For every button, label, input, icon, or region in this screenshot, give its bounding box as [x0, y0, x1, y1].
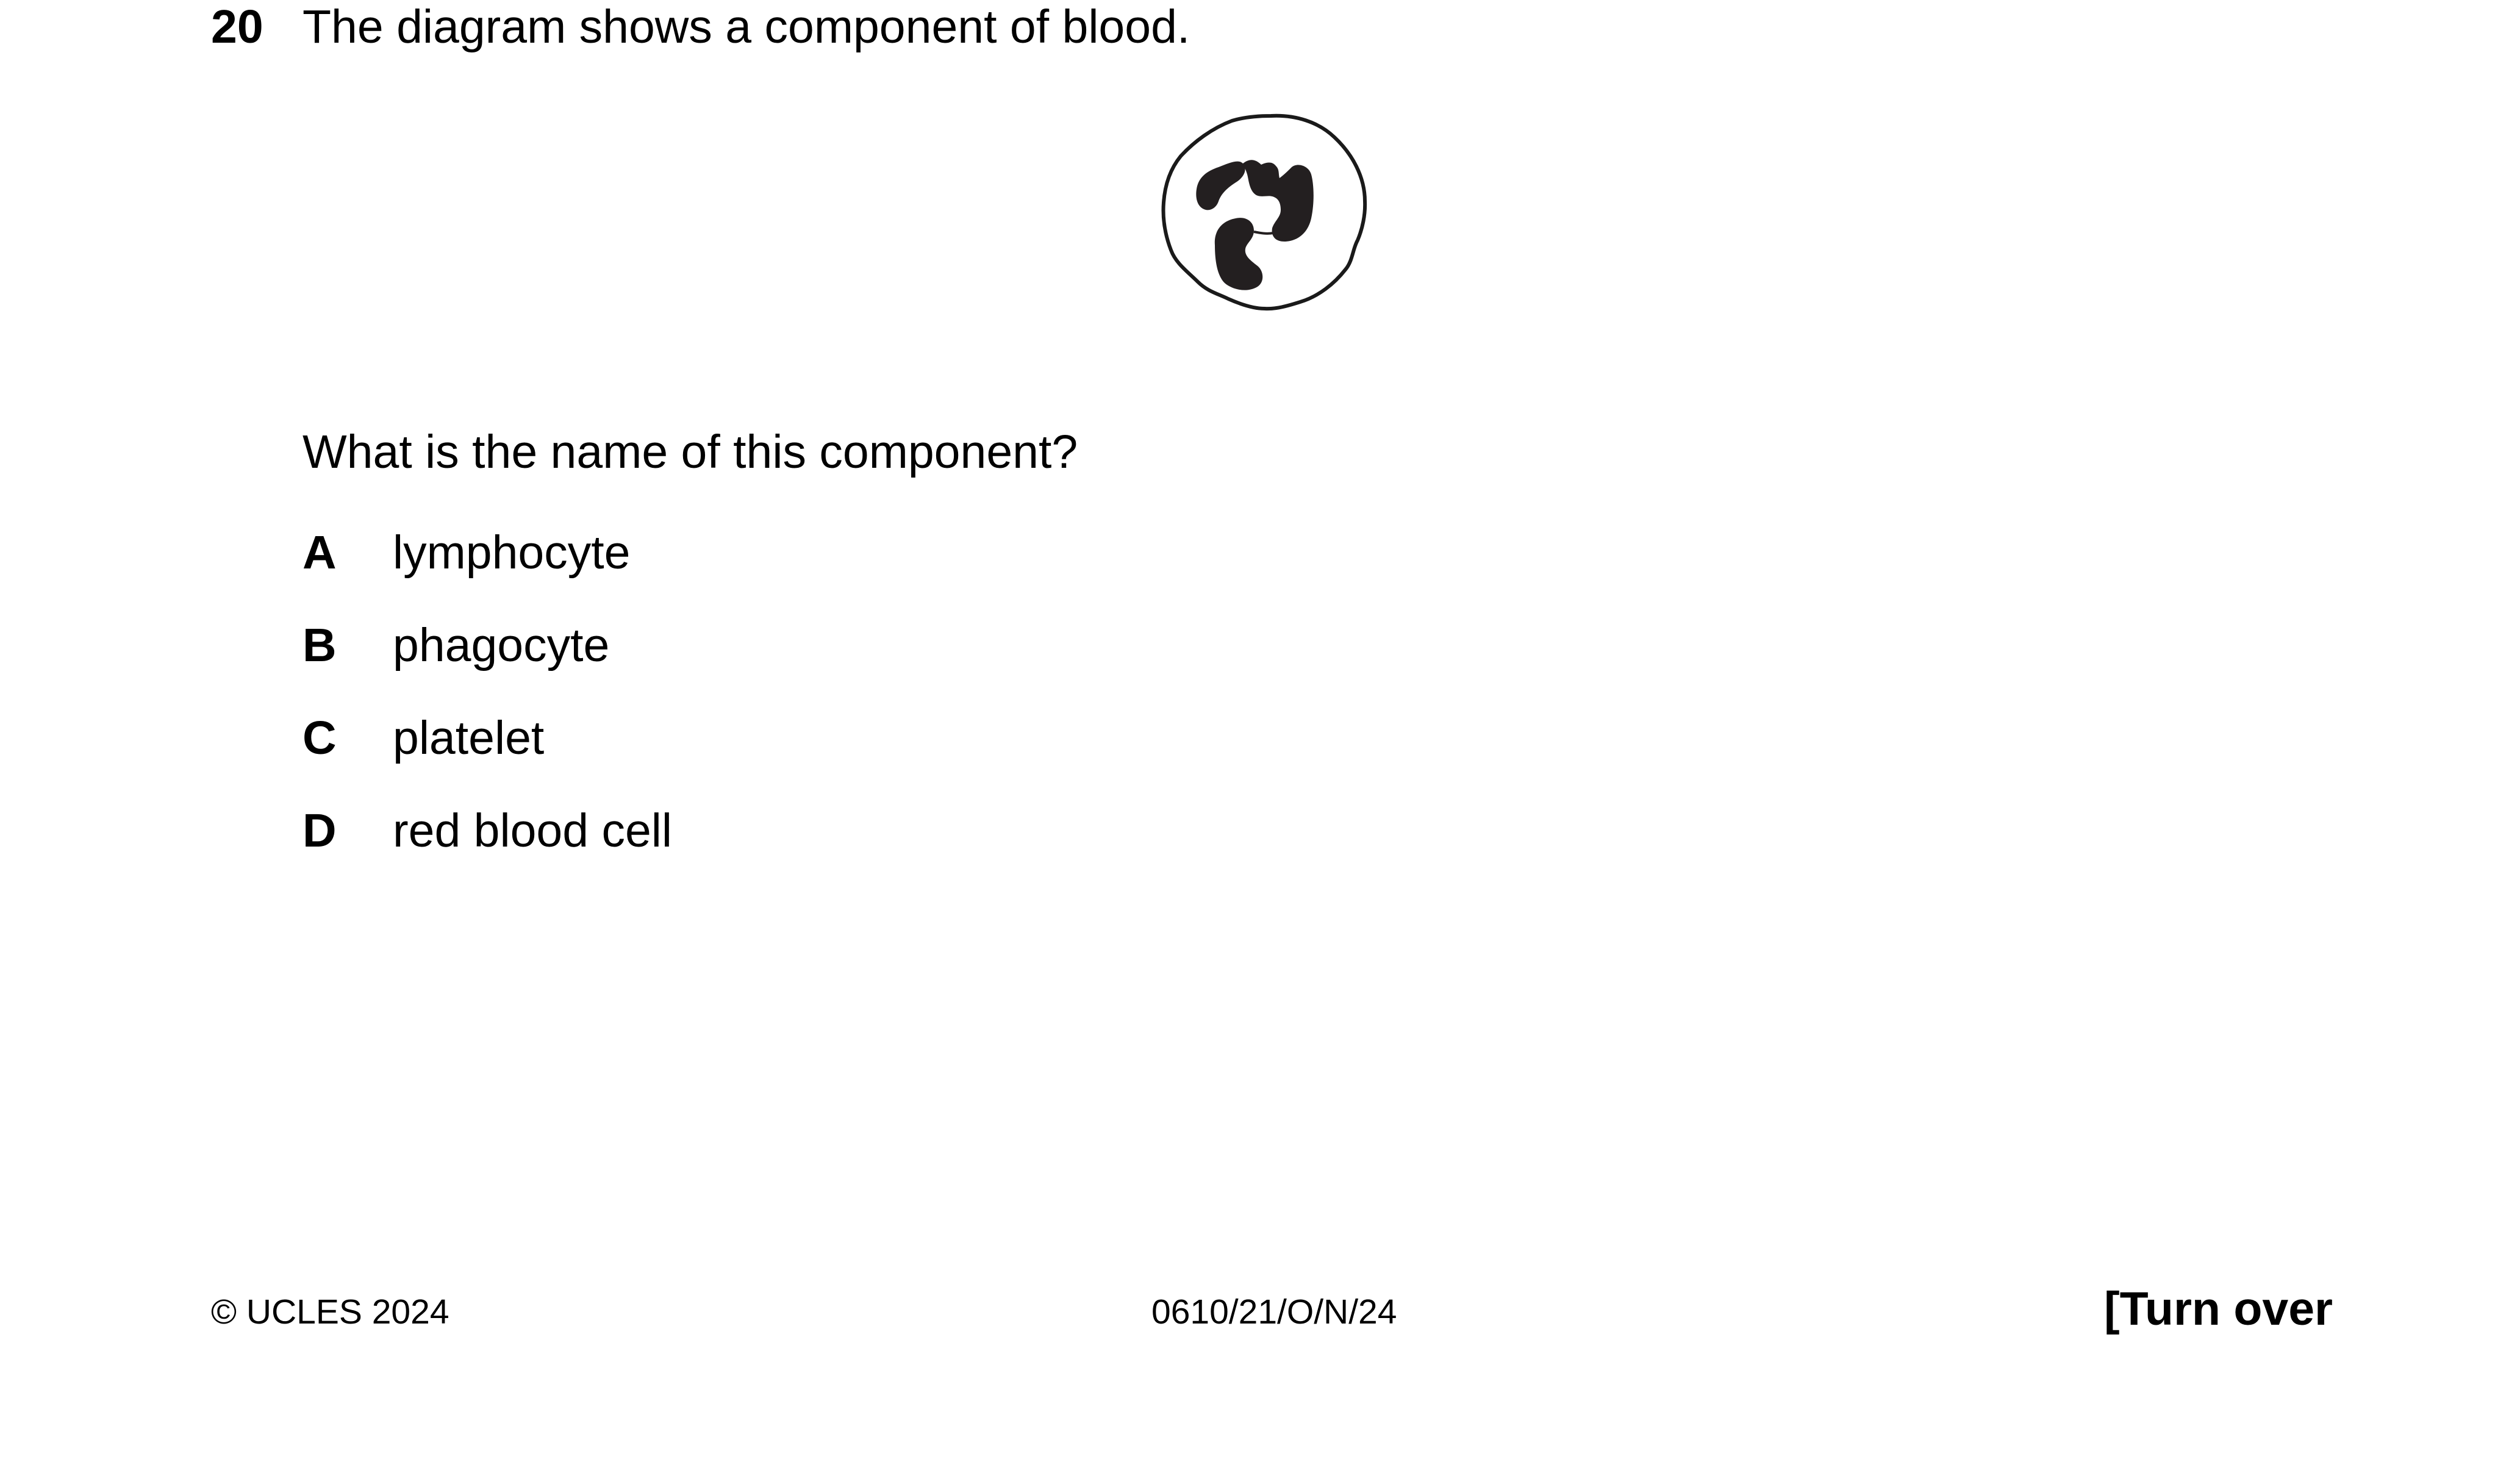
footer-copyright: © UCLES 2024	[211, 1292, 449, 1331]
option-letter: B	[302, 619, 337, 672]
option-text: red blood cell	[393, 804, 673, 857]
option-text: platelet	[393, 712, 545, 764]
option-text: phagocyte	[393, 619, 610, 672]
option-b[interactable]: B phagocyte	[302, 622, 609, 677]
option-letter: A	[302, 526, 337, 579]
option-c[interactable]: C platelet	[302, 715, 544, 770]
white-blood-cell-icon	[1161, 113, 1367, 311]
nucleus-strand	[1253, 231, 1274, 235]
option-letter: D	[302, 804, 337, 857]
question-number: 20	[211, 1, 263, 53]
option-d[interactable]: D red blood cell	[302, 808, 672, 862]
cell-membrane	[1161, 113, 1367, 311]
footer-paper-code: 0610/21/O/N/24	[1151, 1292, 1397, 1331]
question-stem: The diagram shows a component of blood.	[302, 1, 1190, 53]
question-prompt: What is the name of this component?	[302, 426, 1078, 478]
blood-cell-figure	[1136, 110, 1404, 378]
option-text: lymphocyte	[393, 526, 631, 579]
nucleus-lobe-bottom	[1214, 218, 1263, 290]
footer-turn-over: [Turn over	[2103, 1283, 2333, 1335]
option-letter: C	[302, 712, 337, 764]
nucleus-lobe-left	[1196, 161, 1245, 210]
option-a[interactable]: A lymphocyte	[302, 529, 630, 584]
